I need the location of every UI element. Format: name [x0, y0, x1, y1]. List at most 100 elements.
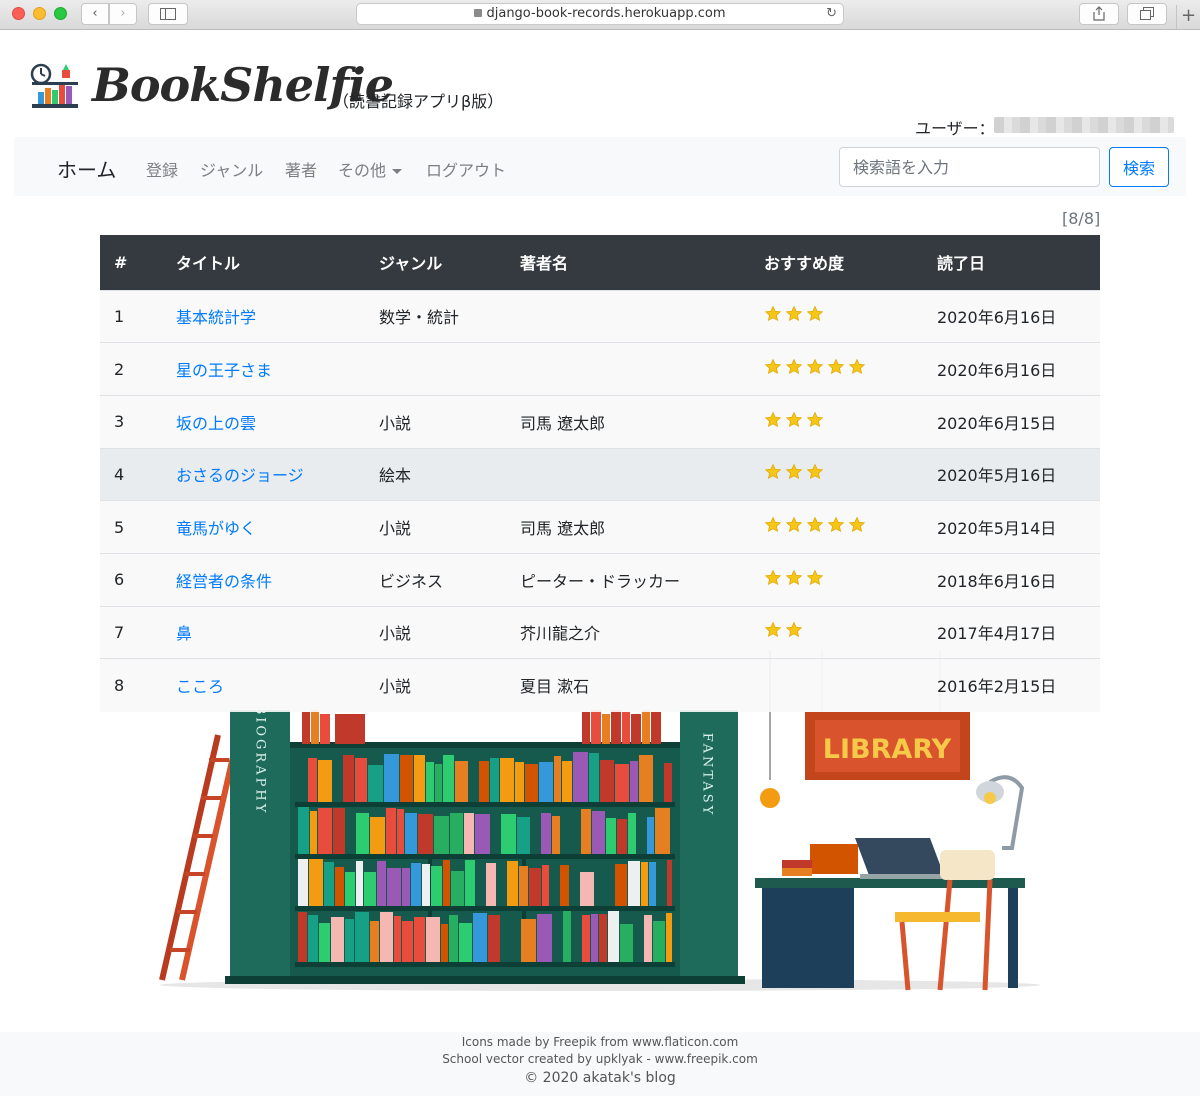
- cell-title: 坂の上の雲: [162, 394, 365, 449]
- cell-finished-date: 2020年6月16日: [923, 342, 1100, 396]
- book-title-link[interactable]: こころ: [176, 677, 224, 696]
- cell-number: 7: [100, 605, 162, 659]
- chevron-left-icon: ‹: [92, 6, 98, 21]
- minimize-window-button[interactable]: [33, 7, 46, 20]
- nav-author-link[interactable]: 著者: [285, 157, 317, 181]
- brand-subtitle: （読書記録アプリβ版）: [333, 92, 504, 111]
- col-header-number: #: [100, 235, 162, 290]
- cell-genre: 小説: [365, 658, 506, 712]
- cell-title: 鼻: [162, 605, 365, 659]
- cell-finished-date: 2020年6月16日: [923, 289, 1100, 343]
- cell-genre: [365, 342, 506, 396]
- star-icon: [764, 411, 782, 433]
- search-button[interactable]: 検索: [1109, 147, 1169, 187]
- cell-finished-date: 2018年6月16日: [923, 552, 1100, 607]
- page-count: [8/8]: [1062, 209, 1101, 228]
- reload-icon[interactable]: ↻: [826, 4, 837, 24]
- nav-register-link[interactable]: 登録: [146, 157, 178, 181]
- footer-copyright: © 2020 akatak's blog: [524, 1070, 676, 1086]
- chevron-right-icon: ›: [120, 6, 126, 21]
- cell-number: 3: [100, 394, 162, 449]
- book-title-link[interactable]: 基本統計学: [176, 308, 256, 327]
- star-icon: [848, 516, 866, 538]
- star-icon: [764, 463, 782, 485]
- nav-other-dropdown[interactable]: その他: [338, 157, 403, 181]
- nav-other-label: その他: [338, 161, 387, 180]
- cell-author: [506, 289, 750, 343]
- redacted-username: [994, 117, 1174, 133]
- lock-icon: [474, 9, 483, 17]
- cell-number: 8: [100, 658, 162, 712]
- book-title-link[interactable]: 鼻: [176, 624, 192, 643]
- cell-author: ピーター・ドラッカー: [506, 552, 750, 607]
- cell-number: 6: [100, 552, 162, 607]
- cell-number: 1: [100, 289, 162, 343]
- tabs-icon: [1140, 7, 1154, 20]
- caret-down-icon: [392, 169, 403, 174]
- share-button[interactable]: [1079, 3, 1119, 25]
- cell-genre: 小説: [365, 500, 506, 554]
- cell-number: 5: [100, 500, 162, 554]
- user-label: ユーザー：: [915, 119, 995, 138]
- show-tabs-button[interactable]: [1127, 3, 1167, 25]
- cell-author: 司馬 遼太郎: [506, 500, 750, 554]
- cell-finished-date: 2020年5月16日: [923, 447, 1100, 501]
- star-icon: [785, 305, 803, 327]
- book-title-link[interactable]: 坂の上の雲: [176, 414, 256, 433]
- nav-logout-link[interactable]: ログアウト: [426, 157, 506, 181]
- new-tab-button[interactable]: +: [1176, 5, 1200, 29]
- star-icon: [827, 358, 845, 380]
- main-navbar: ホーム 登録 ジャンル 著者 その他 ログアウト 検索: [14, 137, 1186, 196]
- search-input[interactable]: [839, 147, 1100, 187]
- cell-genre: 絵本: [365, 447, 506, 501]
- footer-icons-credit: Icons made by Freepik from www.flaticon.…: [461, 1035, 739, 1049]
- book-title-link[interactable]: 経営者の条件: [176, 572, 272, 591]
- library-sign-text: LIBRARY: [823, 734, 952, 765]
- cell-genre: 小説: [365, 394, 506, 449]
- ladder-illustration: [159, 734, 241, 981]
- cell-author: 夏目 漱石: [506, 658, 750, 712]
- table-row: 7 鼻 小説 芥川龍之介 2017年4月17日: [100, 605, 1100, 659]
- star-icon: [785, 569, 803, 591]
- footer-vector-credit: School vector created by upklyak - www.f…: [442, 1052, 758, 1066]
- cell-rating: [750, 552, 923, 607]
- forward-button[interactable]: ›: [109, 3, 137, 25]
- star-icon: [827, 516, 845, 538]
- star-icon: [764, 621, 782, 643]
- share-icon: [1093, 6, 1105, 21]
- address-bar[interactable]: django-book-records.herokuapp.com ↻: [356, 3, 844, 25]
- col-header-finished-date: 読了日: [923, 235, 1100, 290]
- cell-rating: [750, 394, 923, 449]
- cell-author: [506, 447, 750, 501]
- nav-genre-link[interactable]: ジャンル: [200, 157, 263, 181]
- cell-title: 星の王子さま: [162, 342, 365, 396]
- cell-rating: [750, 447, 923, 501]
- cell-author: 芥川龍之介: [506, 605, 750, 659]
- nav-home-link[interactable]: ホーム: [57, 154, 116, 183]
- cell-title: おさるのジョージ: [162, 447, 365, 501]
- cell-finished-date: 2017年4月17日: [923, 605, 1100, 659]
- cell-genre: ビジネス: [365, 552, 506, 607]
- cell-number: 4: [100, 447, 162, 501]
- fantasy-spine-text: FANTASY: [700, 733, 715, 818]
- back-button[interactable]: ‹: [81, 3, 109, 25]
- cell-number: 2: [100, 342, 162, 396]
- star-icon: [806, 569, 824, 591]
- cell-title: こころ: [162, 658, 365, 712]
- maximize-window-button[interactable]: [54, 7, 67, 20]
- table-row: 5 竜馬がゆく 小説 司馬 遼太郎 2020年5月14日: [100, 500, 1100, 554]
- close-window-button[interactable]: [12, 7, 25, 20]
- cell-rating: [750, 658, 923, 712]
- book-title-link[interactable]: 星の王子さま: [176, 361, 272, 380]
- star-icon: [764, 569, 782, 591]
- star-icon: [785, 411, 803, 433]
- book-title-link[interactable]: 竜馬がゆく: [176, 519, 256, 538]
- cell-rating: [750, 342, 923, 396]
- table-row: 2 星の王子さま 2020年6月16日: [100, 342, 1100, 396]
- col-header-title: タイトル: [162, 235, 365, 290]
- cell-rating: [750, 289, 923, 343]
- book-title-link[interactable]: おさるのジョージ: [176, 466, 304, 485]
- sidebar-toggle-button[interactable]: [148, 3, 188, 25]
- star-icon: [806, 305, 824, 327]
- star-icon: [806, 516, 824, 538]
